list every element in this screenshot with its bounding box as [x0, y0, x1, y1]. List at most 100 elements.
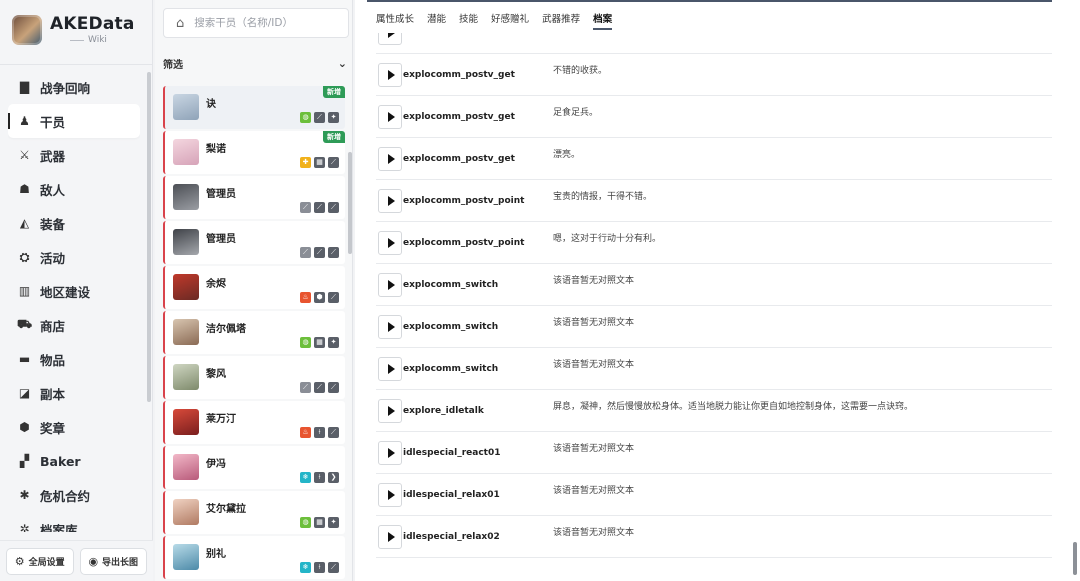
- nav-scrollbar[interactable]: [147, 72, 151, 402]
- operator-name: 黎风: [206, 369, 226, 380]
- voice-line-text: 宝贵的情报，干得不错。: [553, 192, 653, 202]
- class-icon: ⬢: [314, 292, 325, 303]
- element-icon: ⟋: [300, 247, 311, 258]
- activity-icon: ⛭: [19, 249, 30, 264]
- operator-card[interactable]: 管理员 ⟋ ⟋ ⟋: [163, 221, 345, 264]
- voice-row: explore_idletalk 屏息，凝神，然后慢慢放松身体。适当地脱力能让你更…: [376, 390, 1052, 432]
- operator-tags: ✚ ▦ ⟋: [300, 157, 339, 168]
- operator-list-scrollbar[interactable]: [348, 152, 352, 254]
- operator-card[interactable]: 黎风 ⟋ ⟋ ⟋: [163, 356, 345, 399]
- nav-item-8[interactable]: ▬ 物品: [8, 342, 140, 376]
- nav-item-11[interactable]: ▞ Baker: [8, 444, 140, 478]
- nav-item-label: 物品: [40, 352, 66, 368]
- enemy-icon: ☗: [19, 182, 30, 196]
- play-icon[interactable]: [378, 441, 402, 465]
- element-icon: ⟋: [300, 202, 311, 213]
- operator-name: 伊冯: [206, 459, 226, 470]
- operator-card[interactable]: 伊冯 ❄ ⟊ ❯: [163, 446, 345, 489]
- element-icon: ◍: [300, 517, 311, 528]
- operator-card[interactable]: 梨诺 新增 ✚ ▦ ⟋: [163, 131, 345, 174]
- operator-card[interactable]: 艾尔黛拉 ◍ ▦ ✦: [163, 491, 345, 534]
- play-icon[interactable]: [378, 231, 402, 255]
- class-icon: ⟋: [314, 247, 325, 258]
- nav-item-12[interactable]: ✱ 危机合约: [8, 478, 140, 512]
- button-label: 导出长图: [102, 557, 139, 568]
- nav-item-6[interactable]: ▥ 地区建设: [8, 274, 140, 308]
- operator-card[interactable]: 诀 新增 ◍ ⟋ ✦: [163, 86, 345, 129]
- tab-4[interactable]: 武器推荐: [542, 11, 580, 30]
- voice-id: explocomm_postv_get: [403, 112, 515, 122]
- brand-subtitle: Wiki: [70, 35, 135, 45]
- tab-1[interactable]: 潜能: [427, 11, 446, 30]
- tab-2[interactable]: 技能: [459, 11, 478, 30]
- weapon-icon: ⟋: [328, 292, 339, 303]
- global-settings-button[interactable]: ⚙ 全局设置: [6, 547, 74, 575]
- shop-icon: ⛟: [16, 317, 33, 331]
- operator-card[interactable]: 洁尔佩塔 ◍ ▦ ✦: [163, 311, 345, 354]
- tab-3[interactable]: 好感赠礼: [491, 11, 529, 30]
- tab-5[interactable]: 档案: [593, 11, 613, 30]
- class-icon: ⟋: [314, 202, 325, 213]
- play-icon[interactable]: [378, 147, 402, 171]
- play-icon[interactable]: [378, 63, 402, 87]
- play-icon[interactable]: [378, 189, 402, 213]
- play-icon[interactable]: [378, 273, 402, 297]
- operator-name: 莱万汀: [206, 414, 236, 425]
- voice-row-partial: [376, 33, 1052, 54]
- nav-item-label: 危机合约: [40, 488, 91, 504]
- home-icon[interactable]: ⌂: [176, 16, 184, 31]
- operator-card[interactable]: 余烬 ♨ ⬢ ⟋: [163, 266, 345, 309]
- nav-item-7[interactable]: ⛟ 商店: [8, 308, 140, 342]
- search-box[interactable]: ⌂: [163, 8, 349, 38]
- operator-tags: ♨ ⬢ ⟋: [300, 292, 339, 303]
- nav-item-9[interactable]: ◪ 副本: [8, 376, 140, 410]
- voice-id: idlespecial_relax01: [403, 490, 500, 500]
- play-icon[interactable]: [378, 399, 402, 423]
- weapon-icon: ❯: [328, 472, 339, 483]
- nav-item-label: 干员: [40, 114, 66, 130]
- operator-card[interactable]: 别礼 ❄ ⟊ ⟋: [163, 536, 345, 579]
- nav-item-10[interactable]: ⬢ 奖章: [8, 410, 140, 444]
- archive-icon: ✲: [19, 522, 30, 532]
- tab-0[interactable]: 属性成长: [376, 11, 414, 30]
- operator-avatar: [173, 364, 199, 390]
- operator-avatar: [173, 229, 199, 255]
- play-icon[interactable]: [378, 483, 402, 507]
- voice-line-text: 该语音暂无对照文本: [553, 276, 635, 286]
- main-scrollbar[interactable]: [1073, 542, 1077, 575]
- brand[interactable]: AKEData Wiki: [12, 14, 135, 45]
- nav-item-5[interactable]: ⛭ 活动: [8, 240, 140, 274]
- play-icon[interactable]: [378, 357, 402, 381]
- main-nav: AKEData Wiki ▇ 战争回响 ♟ 干员 ⚔ 武器 ☗ 敌人 ◭ 装备 ⛭ 活动 ▥ 地区建设 ⛟ 商…: [0, 0, 153, 581]
- operator-tags: ◍ ⟋ ✦: [300, 112, 339, 123]
- nav-item-1[interactable]: ♟ 干员: [8, 104, 140, 138]
- voice-id: explocomm_switch: [403, 280, 499, 290]
- operator-avatar: [173, 319, 199, 345]
- nav-item-0[interactable]: ▇ 战争回响: [8, 70, 140, 104]
- operator-avatar: [173, 274, 199, 300]
- element-icon: ♨: [300, 427, 311, 438]
- nav-item-2[interactable]: ⚔ 武器: [8, 138, 140, 172]
- class-icon: ⟋: [314, 112, 325, 123]
- play-icon[interactable]: [378, 315, 402, 339]
- search-input[interactable]: [194, 17, 335, 29]
- operator-avatar: [173, 454, 199, 480]
- voice-id: explore_idletalk: [403, 406, 484, 416]
- operator-card[interactable]: 管理员 ⟋ ⟋ ⟋: [163, 176, 345, 219]
- operator-avatar: [173, 409, 199, 435]
- nav-item-13[interactable]: ✲ 档案库: [8, 512, 140, 532]
- nav-item-label: 装备: [40, 216, 66, 232]
- button-label: 全局设置: [28, 557, 65, 568]
- nav-item-3[interactable]: ☗ 敌人: [8, 172, 140, 206]
- play-icon[interactable]: [378, 33, 402, 45]
- play-icon[interactable]: [378, 525, 402, 549]
- nav-item-4[interactable]: ◭ 装备: [8, 206, 140, 240]
- play-icon[interactable]: [378, 105, 402, 129]
- filter-toggle[interactable]: 筛选 ⌄: [163, 52, 349, 74]
- operator-card[interactable]: 莱万汀 ♨ ⟊ ⟋: [163, 401, 345, 444]
- operator-avatar: [173, 499, 199, 525]
- voice-line-text: 足食足兵。: [553, 108, 599, 118]
- nav-footer: ⚙ 全局设置 ◉ 导出长图: [0, 540, 153, 581]
- nav-item-label: 副本: [40, 386, 66, 402]
- export-image-button[interactable]: ◉ 导出长图: [79, 547, 147, 575]
